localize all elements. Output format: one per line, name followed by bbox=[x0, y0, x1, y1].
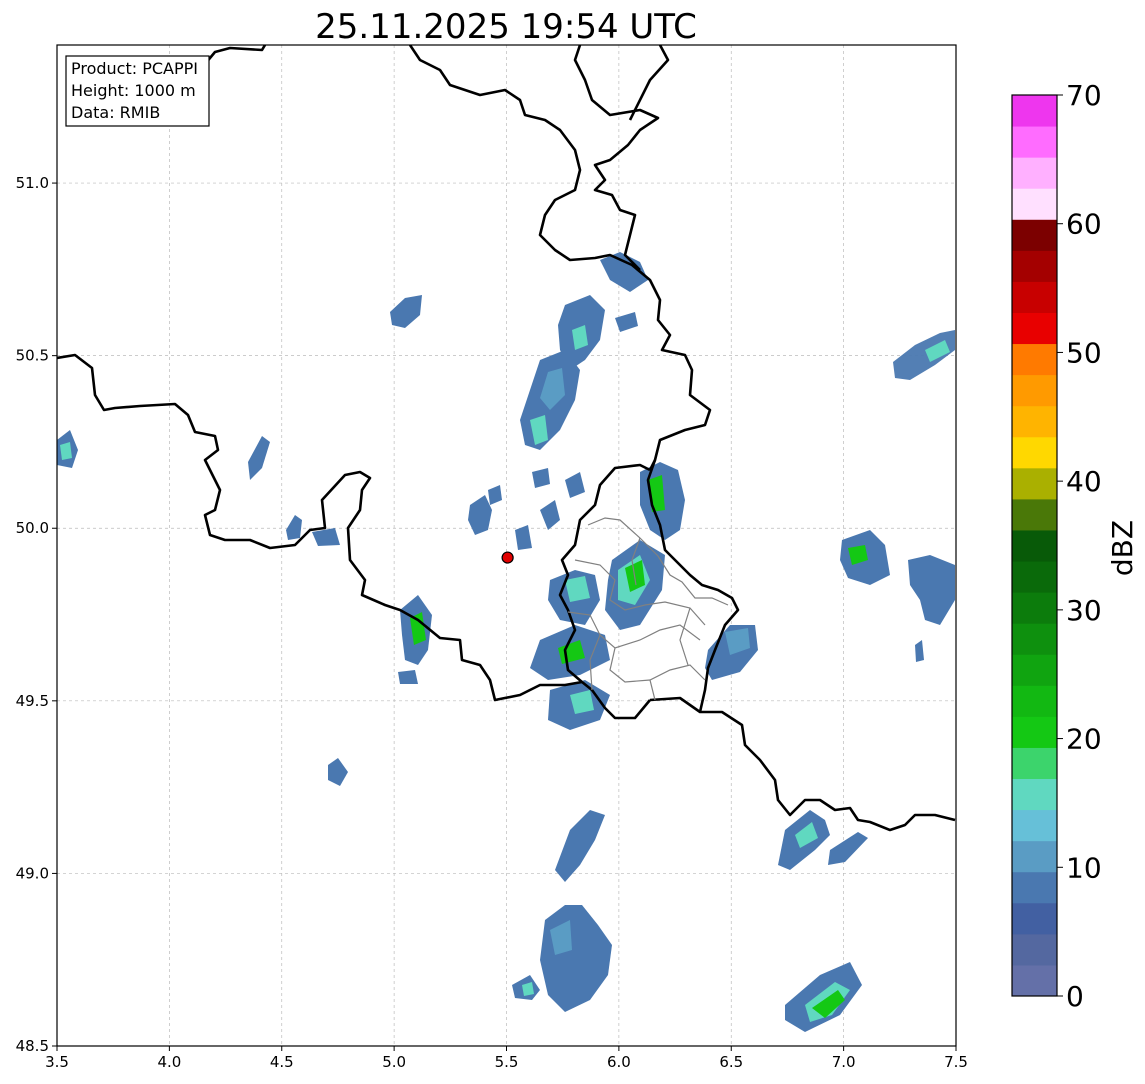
x-tick-label: 7.5 bbox=[944, 1053, 968, 1071]
colorbar-label: dBZ bbox=[1106, 520, 1139, 576]
colorbar-cell bbox=[1012, 529, 1057, 562]
y-tick-label: 49.0 bbox=[16, 864, 49, 882]
x-tick-label: 4.5 bbox=[270, 1053, 294, 1071]
colorbar-cell bbox=[1012, 840, 1057, 873]
y-tick-label: 50.0 bbox=[16, 519, 49, 537]
colorbar-cell bbox=[1012, 809, 1057, 842]
colorbar-cell bbox=[1012, 405, 1057, 438]
colorbar-cell bbox=[1012, 592, 1057, 624]
radar-site-marker bbox=[501, 551, 514, 564]
colorbar-tick-label: 10 bbox=[1066, 851, 1102, 884]
info-box: Product: PCAPPI Height: 1000 m Data: RMI… bbox=[65, 55, 210, 127]
colorbar-tick-label: 60 bbox=[1066, 208, 1102, 241]
colorbar-tick-label: 50 bbox=[1066, 336, 1102, 369]
y-tick-label: 50.5 bbox=[16, 347, 49, 365]
x-tick-label: 5.5 bbox=[495, 1053, 519, 1071]
echo-cell bbox=[60, 442, 72, 460]
colorbar-ticks: 0 10 20 30 40 50 60 70 bbox=[1057, 79, 1102, 1013]
y-axis-ticks: 48.5 49.0 49.5 50.0 50.5 51.0 bbox=[16, 174, 57, 1055]
colorbar-cell bbox=[1012, 219, 1057, 251]
colorbar-cell bbox=[1012, 374, 1057, 407]
radar-figure: 25.11.2025 19:54 UTC Product: PCAPPI Hei… bbox=[16, 7, 1139, 1071]
colorbar-cell bbox=[1012, 685, 1057, 717]
x-tick-label: 3.5 bbox=[45, 1053, 69, 1071]
x-tick-label: 4.0 bbox=[157, 1053, 181, 1071]
colorbar-cell bbox=[1012, 902, 1057, 935]
x-tick-label: 6.0 bbox=[607, 1053, 631, 1071]
colorbar-tick-label: 30 bbox=[1066, 594, 1102, 627]
colorbar-cell bbox=[1012, 871, 1057, 904]
colorbar-tick-label: 20 bbox=[1066, 723, 1102, 756]
colorbar-cell bbox=[1012, 498, 1057, 531]
x-axis-ticks: 3.5 4.0 4.5 5.0 5.5 6.0 6.5 7.0 7.5 bbox=[45, 1046, 968, 1071]
colorbar-cell bbox=[1012, 157, 1057, 189]
colorbar-cell bbox=[1012, 188, 1057, 220]
y-tick-label: 51.0 bbox=[16, 174, 49, 192]
colorbar-cell bbox=[1012, 623, 1057, 655]
colorbar-tick-label: 40 bbox=[1066, 465, 1102, 498]
info-data-source: Data: RMIB bbox=[71, 103, 160, 122]
colorbar-cell bbox=[1012, 933, 1057, 966]
colorbar-cell bbox=[1012, 747, 1057, 780]
colorbar-cell bbox=[1012, 716, 1057, 748]
colorbar-cell bbox=[1012, 436, 1057, 469]
info-height: Height: 1000 m bbox=[71, 81, 196, 100]
y-tick-label: 49.5 bbox=[16, 692, 49, 710]
colorbar-cell bbox=[1012, 126, 1057, 158]
info-product: Product: PCAPPI bbox=[71, 59, 198, 78]
colorbar-cell bbox=[1012, 778, 1057, 811]
x-tick-label: 5.0 bbox=[382, 1053, 406, 1071]
x-tick-label: 7.0 bbox=[832, 1053, 856, 1071]
colorbar-cell bbox=[1012, 95, 1057, 127]
colorbar-cells bbox=[1012, 95, 1057, 997]
colorbar-tick-label: 70 bbox=[1066, 79, 1102, 112]
map-title: 25.11.2025 19:54 UTC bbox=[315, 7, 697, 47]
colorbar-cell bbox=[1012, 343, 1057, 376]
x-tick-label: 6.5 bbox=[719, 1053, 743, 1071]
colorbar-cell bbox=[1012, 312, 1057, 345]
colorbar-cell bbox=[1012, 561, 1057, 593]
colorbar-tick-label: 0 bbox=[1066, 980, 1084, 1013]
colorbar: 0 10 20 30 40 50 60 70 dBZ bbox=[1011, 79, 1139, 1013]
map-panel: Product: PCAPPI Height: 1000 m Data: RMI… bbox=[16, 44, 968, 1071]
colorbar-cell bbox=[1012, 467, 1057, 500]
colorbar-cell bbox=[1012, 654, 1057, 686]
colorbar-cell bbox=[1012, 281, 1057, 313]
y-tick-label: 48.5 bbox=[16, 1037, 49, 1055]
echo-cell bbox=[398, 670, 418, 684]
colorbar-cell bbox=[1012, 250, 1057, 282]
colorbar-cell bbox=[1012, 964, 1057, 997]
